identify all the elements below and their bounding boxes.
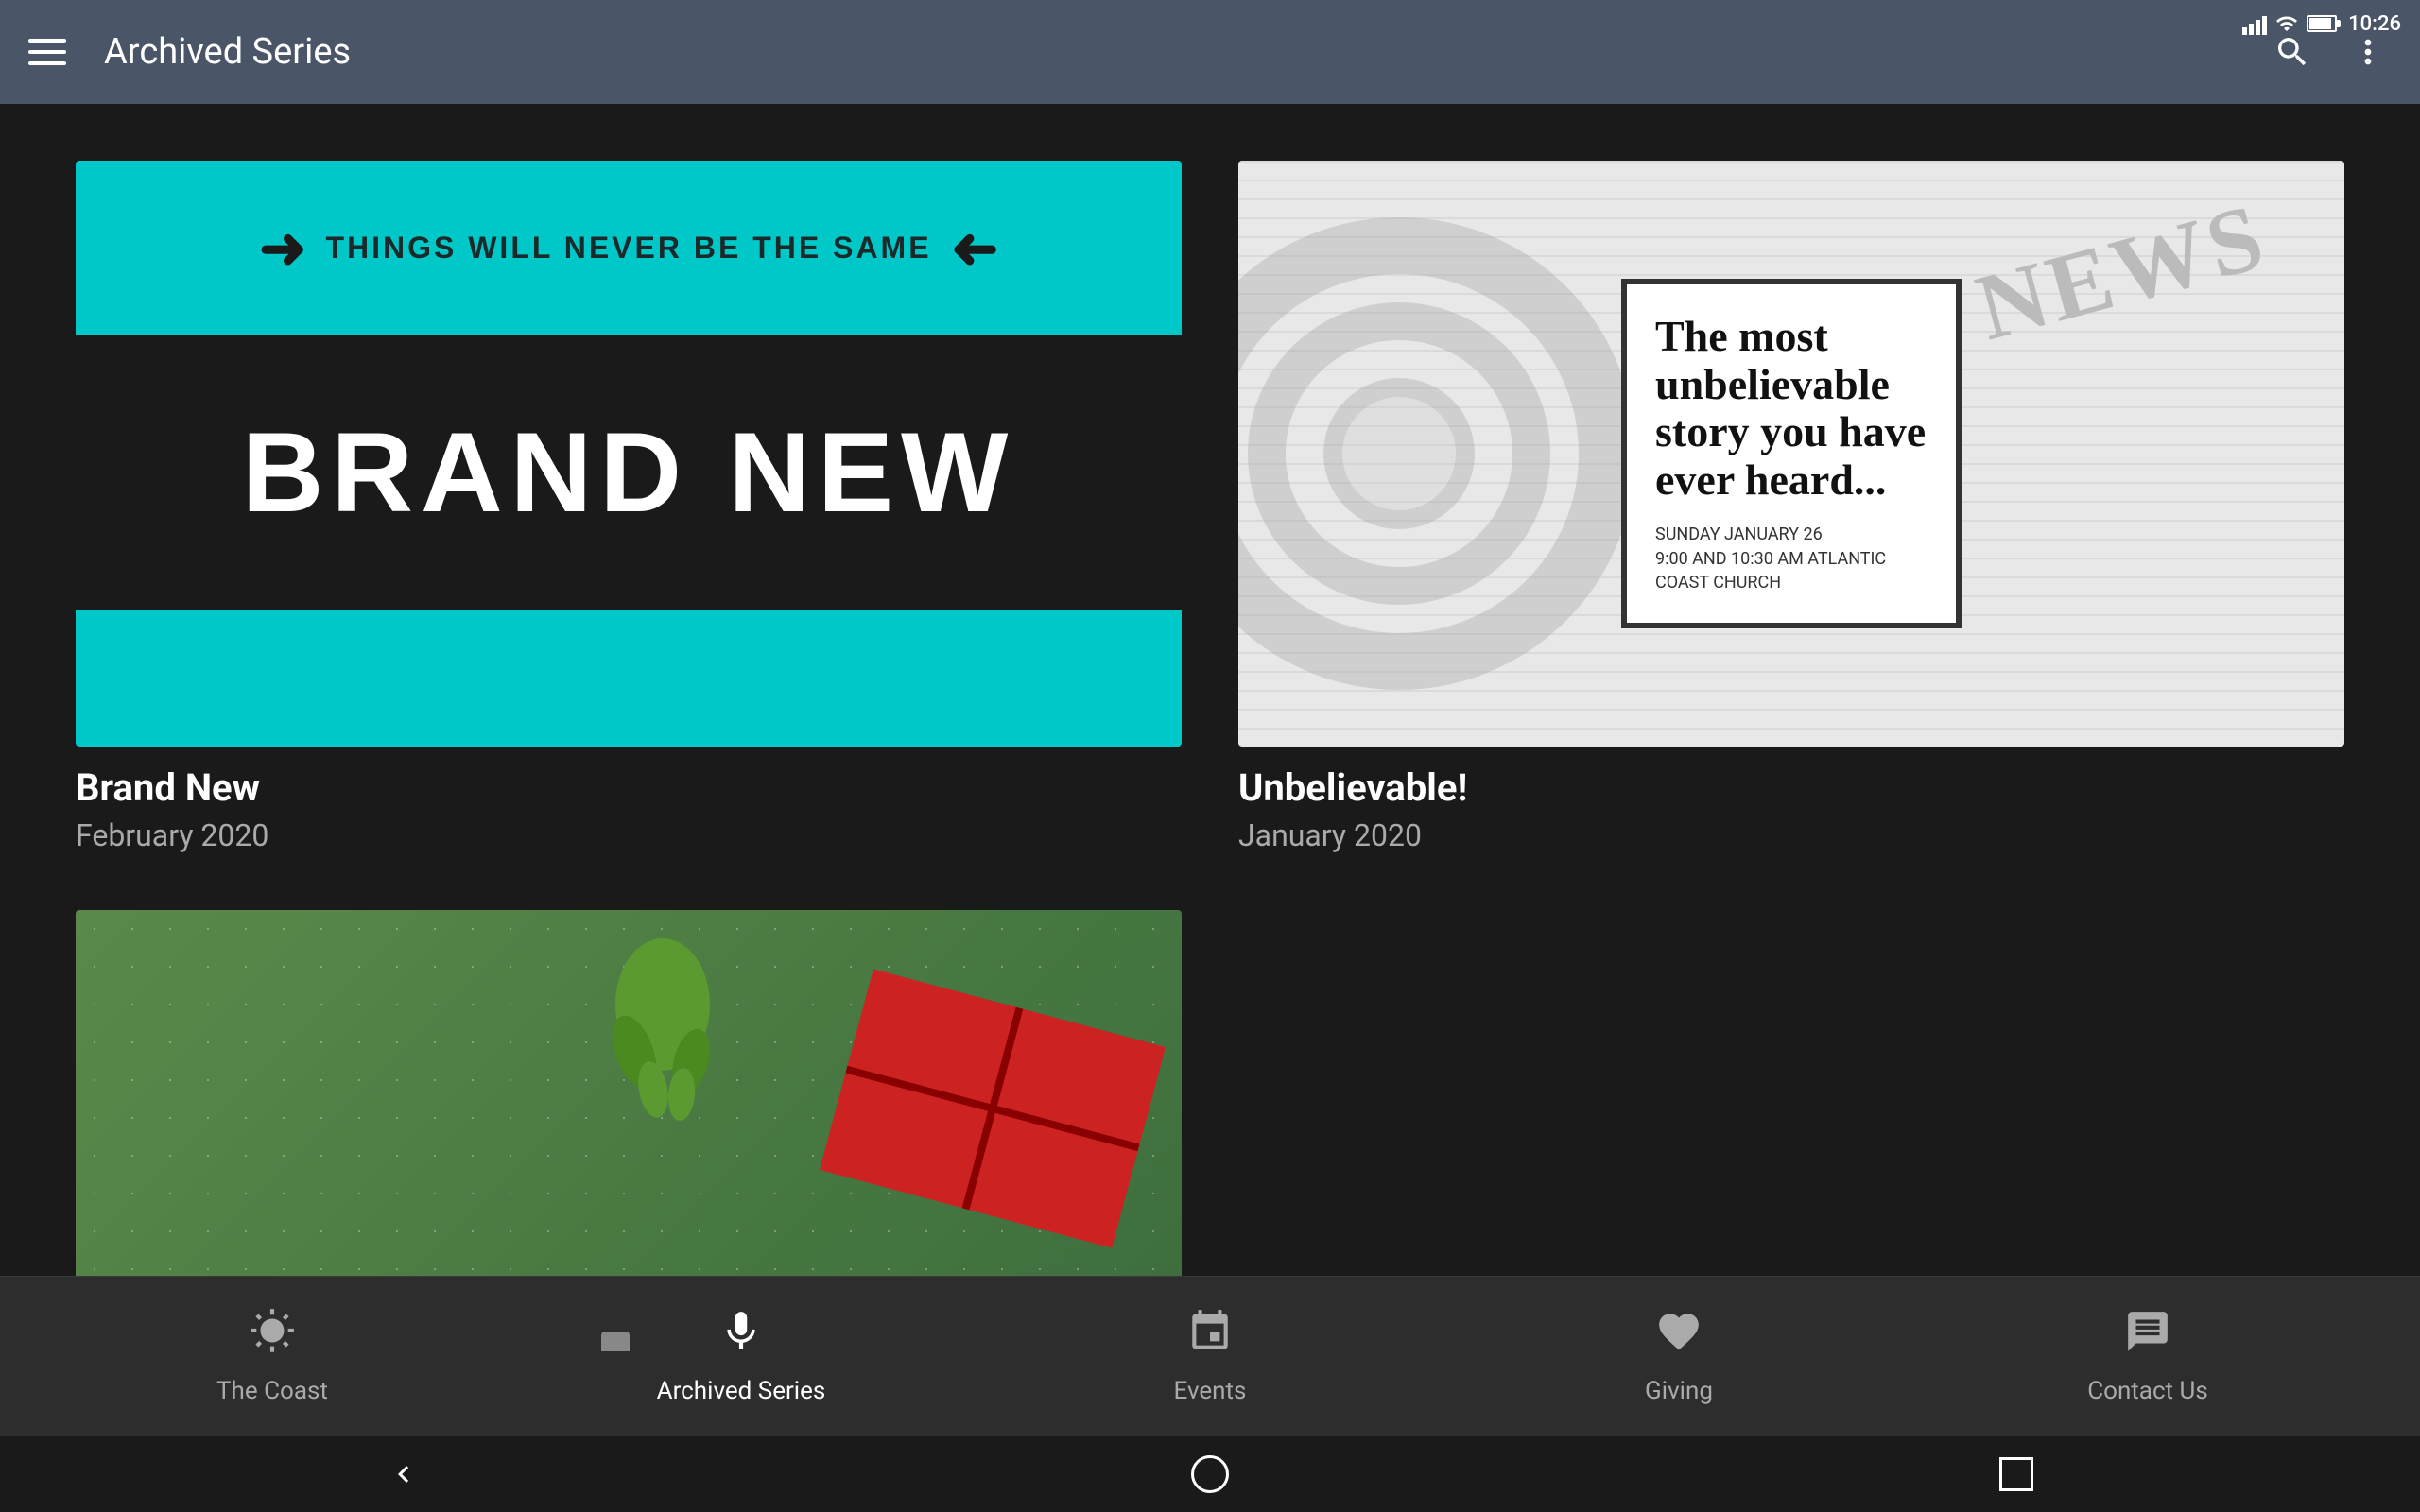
sun-icon [249,1308,296,1367]
story-title: The most unbelievable story you have eve… [1655,313,1927,504]
wifi-icon [2274,12,2299,35]
nav-giving[interactable]: Giving [1444,1308,1913,1405]
home-button[interactable] [1182,1446,1238,1503]
grinch-decoration [578,929,748,1137]
arrow-left-icon: ➜ [951,215,998,282]
mic-icon [717,1308,765,1367]
status-time: 10:26 [2348,12,2401,36]
story-box: The most unbelievable story you have eve… [1621,279,1962,628]
nav-archived-series-label: Archived Series [657,1377,826,1405]
status-bar: 10:26 [2231,0,2420,47]
unbelievable-title: Unbelievable! [1238,765,2344,810]
nav-the-coast[interactable]: The Coast [38,1308,507,1405]
brand-new-main-text: BRAND NEW [242,407,1016,538]
nav-events[interactable]: Events [976,1308,1444,1405]
ornament [549,1332,682,1351]
brand-new-date: February 2020 [76,817,1182,853]
back-button[interactable] [375,1446,432,1503]
bottom-nav: The Coast Archived Series Events Giving [0,1276,2420,1436]
unbelievable-card[interactable]: NEWS The most unbelievable story you hav… [1238,161,2344,853]
newspaper-circles-decoration [1238,217,1635,690]
nav-giving-label: Giving [1645,1377,1713,1405]
arrow-right-icon: ➜ [259,215,306,282]
battery-icon [2307,12,2341,35]
brand-new-title: Brand New [76,765,1182,810]
nav-contact-us[interactable]: Contact Us [1913,1308,2382,1405]
nav-events-label: Events [1174,1377,1247,1405]
page-title: Archived Series [104,31,2269,73]
recents-button[interactable] [1988,1446,2045,1503]
signal-icon [2242,12,2267,35]
app-bar: Archived Series 10:26 [0,0,2420,104]
chat-icon [2124,1308,2171,1367]
calendar-icon [1186,1308,1234,1367]
system-nav-bar [0,1436,2420,1512]
nav-archived-series[interactable]: Archived Series [507,1308,976,1405]
main-content: ➜ THINGS WILL NEVER BE THE SAME ➜ BRAND … [0,104,2420,1351]
unbelievable-date: January 2020 [1238,817,2344,853]
brand-new-tagline: THINGS WILL NEVER BE THE SAME [325,231,931,266]
unbelievable-thumbnail: NEWS The most unbelievable story you hav… [1238,161,2344,747]
nav-the-coast-label: The Coast [216,1377,328,1405]
story-meta: SUNDAY JANUARY 26 9:00 AND 10:30 AM ATLA… [1655,523,1927,594]
series-grid: ➜ THINGS WILL NEVER BE THE SAME ➜ BRAND … [76,161,2344,1351]
heart-icon [1655,1308,1703,1367]
brand-new-thumbnail: ➜ THINGS WILL NEVER BE THE SAME ➜ BRAND … [76,161,1182,747]
menu-button[interactable] [28,28,76,76]
brand-new-card[interactable]: ➜ THINGS WILL NEVER BE THE SAME ➜ BRAND … [76,161,1182,853]
nav-contact-us-label: Contact Us [2087,1377,2208,1405]
